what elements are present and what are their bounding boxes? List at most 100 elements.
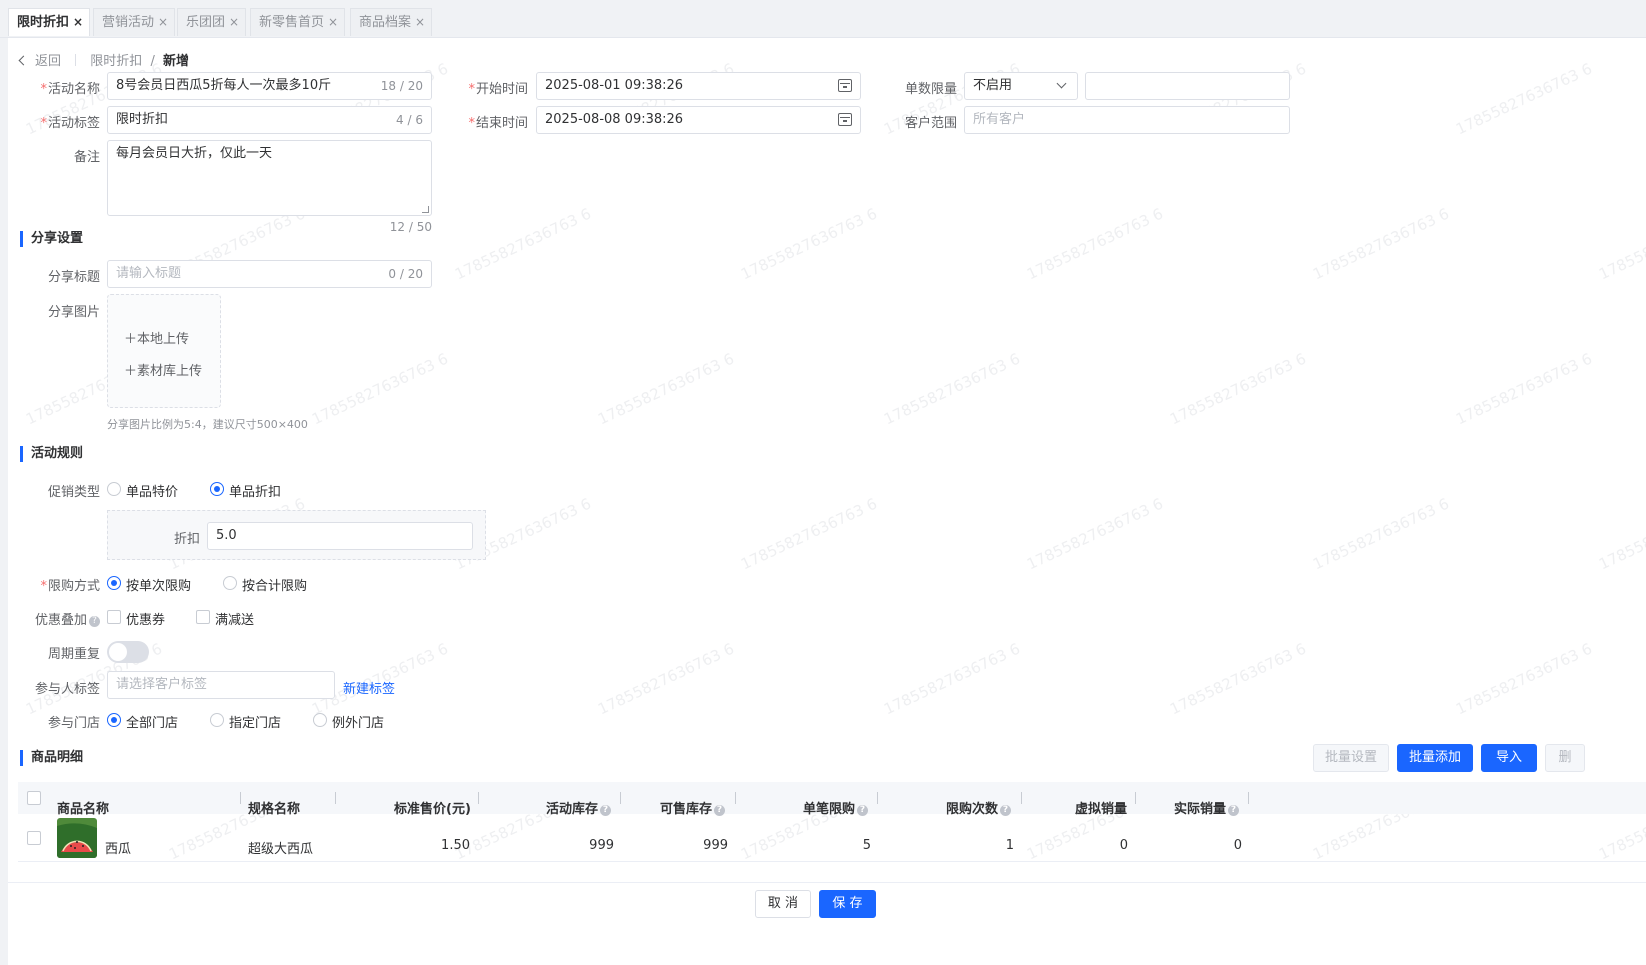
tab-product-archive[interactable]: 商品档案 × xyxy=(350,8,433,36)
start-time-value: 2025-08-01 09:38:26 xyxy=(545,78,684,93)
watermark-text: 17855827636763 6 xyxy=(881,639,1023,719)
share-image-label: 分享图片 xyxy=(47,305,100,320)
chevron-down-icon xyxy=(1056,78,1067,89)
left-gutter xyxy=(0,38,8,965)
activity-name-input[interactable]: 8号会员日西瓜5折每人一次最多10斤 18 / 20 xyxy=(107,72,432,100)
toggle-knob xyxy=(109,643,127,661)
breadcrumb-parent[interactable]: 限时折扣 xyxy=(90,54,142,69)
cell-product-name: 西瓜 xyxy=(105,842,132,857)
save-button[interactable]: 保 存 xyxy=(819,890,876,918)
cycle-repeat-toggle[interactable] xyxy=(107,641,149,663)
order-limit-label: 单数限量 xyxy=(904,82,957,97)
discount-input[interactable]: 5.0 xyxy=(207,522,473,550)
order-limit-quantity-input[interactable] xyxy=(1085,72,1290,100)
share-image-hint: 分享图片比例为5:4，建议尺寸500×400 xyxy=(107,418,308,431)
watermark-text: 17855827636763 6 xyxy=(881,349,1023,429)
store-all-radio[interactable] xyxy=(107,713,121,727)
customer-scope-placeholder: 所有客户 xyxy=(973,112,1026,127)
stack-option-label[interactable]: 满减送 xyxy=(215,609,254,628)
store-option-label[interactable]: 全部门店 xyxy=(126,712,178,731)
end-time-picker[interactable]: 2025-08-08 09:38:26 xyxy=(536,106,861,134)
activity-tag-value: 限时折扣 xyxy=(116,112,169,127)
tab-bar: 限时折扣 × 营销活动 × 乐团团 × 新零售首页 × 商品档案 × xyxy=(0,0,1646,38)
tab-limited-discount[interactable]: 限时折扣 × xyxy=(8,8,91,36)
watermark-text: 17855827636763 6 xyxy=(738,204,880,284)
tab-label: 限时折扣 xyxy=(17,15,70,30)
watermark-text: 17855827636763 6 xyxy=(1453,639,1595,719)
remark-textarea[interactable]: 每月会员日大折，仅此一天 xyxy=(107,140,432,216)
tab-marketing[interactable]: 营销活动 × xyxy=(93,8,176,36)
select-all-checkbox[interactable] xyxy=(27,791,41,805)
activity-name-value: 8号会员日西瓜5折每人一次最多10斤 xyxy=(116,78,332,93)
watermark-text: 17855827636763 6 xyxy=(1596,495,1646,574)
store-label: 参与门店 xyxy=(47,716,100,731)
coupon-checkbox[interactable] xyxy=(107,610,121,624)
column-divider xyxy=(335,792,336,804)
product-details-title: 商品明细 xyxy=(20,750,83,766)
cancel-button[interactable]: 取 消 xyxy=(755,890,811,918)
share-title-input[interactable]: 请输入标题 0 / 20 xyxy=(107,260,432,288)
breadcrumb: 返回 限时折扣 / 新增 xyxy=(18,50,189,69)
calendar-icon[interactable] xyxy=(838,79,852,92)
tab-label: 营销活动 xyxy=(102,15,155,30)
cell-available-stock: 999 xyxy=(703,838,728,853)
activity-rules-title: 活动规则 xyxy=(20,446,83,462)
store-option-label[interactable]: 例外门店 xyxy=(332,712,384,731)
upload-library-button[interactable]: ＋素材库上传 xyxy=(124,360,202,379)
remark-value: 每月会员日大折，仅此一天 xyxy=(116,146,273,161)
help-icon[interactable]: ? xyxy=(89,616,100,627)
store-exception-radio[interactable] xyxy=(313,713,327,727)
import-button[interactable]: 导入 xyxy=(1481,744,1537,772)
close-icon[interactable]: × xyxy=(328,15,338,29)
back-link[interactable]: 返回 xyxy=(35,54,61,69)
char-count: 4 / 6 xyxy=(396,113,423,127)
tab-retail-home[interactable]: 新零售首页 × xyxy=(250,8,346,36)
limit-per-order-radio[interactable] xyxy=(107,576,121,590)
cell-per-order-limit: 5 xyxy=(862,838,871,853)
close-icon[interactable]: × xyxy=(229,15,239,29)
activity-tag-input[interactable]: 限时折扣 4 / 6 xyxy=(107,106,432,134)
upload-local-button[interactable]: ＋本地上传 xyxy=(124,328,189,347)
close-icon[interactable]: × xyxy=(73,15,83,29)
start-time-picker[interactable]: 2025-08-01 09:38:26 xyxy=(536,72,861,100)
chevron-left-icon[interactable] xyxy=(18,55,29,66)
watermark-text: 17855827636763 6 xyxy=(1310,494,1452,574)
promo-special-price-radio[interactable] xyxy=(107,482,121,496)
customer-scope-input[interactable]: 所有客户 xyxy=(964,106,1290,134)
cell-virtual-sales: 0 xyxy=(1119,838,1128,853)
column-divider xyxy=(1135,792,1136,804)
promo-discount-radio[interactable] xyxy=(210,482,224,496)
tab-group[interactable]: 乐团团 × xyxy=(177,8,247,36)
participant-tag-select[interactable]: 请选择客户标签 xyxy=(107,671,335,699)
discount-label: 折扣 xyxy=(173,532,200,547)
order-limit-select[interactable]: 不启用 xyxy=(964,72,1078,100)
promo-option-label[interactable]: 单品特价 xyxy=(126,481,178,500)
resize-handle-icon[interactable] xyxy=(422,206,429,213)
batch-add-button[interactable]: 批量添加 xyxy=(1397,744,1473,772)
watermark-text: 17855827636763 6 xyxy=(1024,204,1166,284)
calendar-icon[interactable] xyxy=(838,113,852,126)
watermark-text: 17855827636763 6 xyxy=(595,349,737,429)
column-divider xyxy=(1248,792,1249,804)
new-tag-link[interactable]: 新建标签 xyxy=(343,678,395,697)
limit-mode-option-label[interactable]: 按单次限购 xyxy=(126,575,191,594)
breadcrumb-current: 新增 xyxy=(162,54,189,69)
close-icon[interactable]: × xyxy=(415,15,425,29)
close-icon[interactable]: × xyxy=(158,15,168,29)
limit-mode-option-label[interactable]: 按合计限购 xyxy=(242,575,307,594)
limit-total-radio[interactable] xyxy=(223,576,237,590)
char-count: 0 / 20 xyxy=(388,267,423,281)
row-checkbox[interactable] xyxy=(27,831,41,845)
cell-price: 1.50 xyxy=(441,838,470,853)
stack-option-label[interactable]: 优惠券 xyxy=(126,609,165,628)
delete-button[interactable]: 删 xyxy=(1545,744,1585,772)
batch-settings-button[interactable]: 批量设置 xyxy=(1313,744,1389,772)
store-specific-radio[interactable] xyxy=(210,713,224,727)
promo-option-label[interactable]: 单品折扣 xyxy=(229,481,281,500)
activity-tag-label: *活动标签 xyxy=(40,116,100,131)
char-count: 18 / 20 xyxy=(380,79,423,93)
full-reduction-checkbox[interactable] xyxy=(196,610,210,624)
participant-tag-placeholder: 请选择客户标签 xyxy=(116,677,208,692)
store-option-label[interactable]: 指定门店 xyxy=(229,712,281,731)
tab-label: 新零售首页 xyxy=(259,15,325,30)
